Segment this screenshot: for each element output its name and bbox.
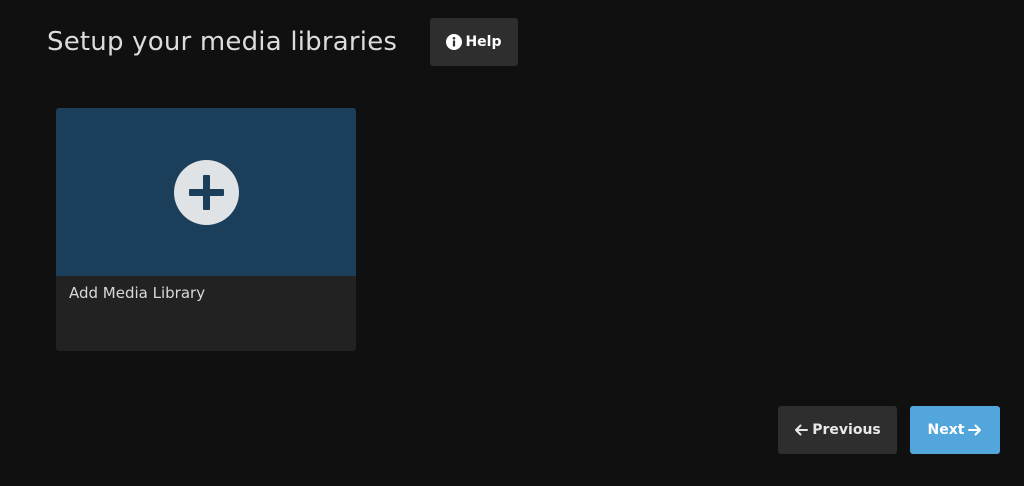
help-button[interactable]: Help bbox=[430, 18, 518, 66]
plus-circle-icon bbox=[174, 160, 239, 225]
card-image bbox=[56, 108, 356, 276]
previous-button-label: Previous bbox=[812, 422, 881, 438]
setup-page: Setup your media libraries Help Add Medi… bbox=[0, 0, 1024, 486]
info-circle-icon bbox=[446, 34, 463, 50]
next-button[interactable]: Next bbox=[910, 406, 1000, 454]
arrow-left-icon bbox=[794, 423, 809, 437]
previous-button[interactable]: Previous bbox=[778, 406, 897, 454]
card-label: Add Media Library bbox=[69, 284, 206, 302]
page-title: Setup your media libraries bbox=[47, 27, 398, 57]
add-media-library-card[interactable]: Add Media Library bbox=[56, 108, 356, 351]
next-button-label: Next bbox=[927, 422, 965, 438]
arrow-right-icon bbox=[968, 423, 982, 437]
help-button-label: Help bbox=[465, 34, 502, 50]
